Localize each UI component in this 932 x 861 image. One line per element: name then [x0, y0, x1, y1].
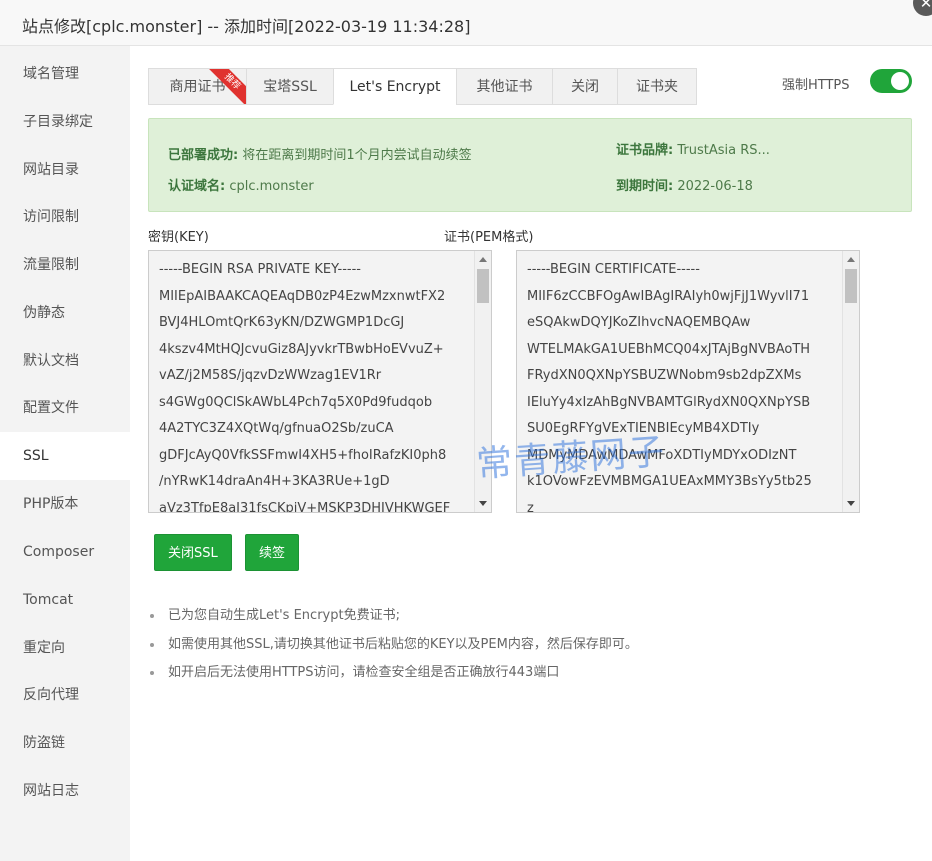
cert-line: MDMyMDAwMDAwMFoXDTIyMDYxODIzNT [527, 447, 797, 463]
toggle-knob [891, 72, 909, 90]
key-line: s4GWg0QClSkAWbL4Pch7q5X0Pd9fudqob [159, 394, 433, 410]
cert-line: SU0EgRFYgVExTIENBIEcyMB4XDTIy [527, 421, 760, 436]
cert-expire-label: 到期时间: [616, 179, 674, 194]
cert-text: -----BEGIN CERTIFICATE----- MIIF6zCCBFOg… [527, 257, 841, 513]
cert-label: 证书(PEM格式) [444, 230, 534, 245]
cert-line: FRydXN0QXNpYSBUZWNobm9sb2dpZXMs [527, 368, 802, 383]
bullet-icon [150, 642, 154, 647]
sidebar: 域名管理 子目录绑定 网站目录 访问限制 流量限制 伪静态 默认文档 配置文件 … [0, 46, 130, 861]
key-scrollbar[interactable] [474, 251, 491, 512]
sidebar-item-reverse-proxy[interactable]: 反向代理 [0, 671, 130, 719]
scroll-up-icon[interactable] [847, 257, 855, 262]
tip-text: 如开启后无法使用HTTPS访问，请检查安全组是否正确放行443端口 [168, 665, 560, 680]
sidebar-item-rewrite[interactable]: 伪静态 [0, 289, 130, 337]
tab-commercial-cert[interactable]: 商用证书 推荐 [148, 68, 247, 105]
sidebar-item-config[interactable]: 配置文件 [0, 384, 130, 432]
cert-line: k1OVowFzEVMBMGA1UEAxMMY3BsYy5tb25 [527, 474, 812, 489]
tab-bt-ssl[interactable]: 宝塔SSL [246, 68, 334, 105]
key-textarea[interactable]: -----BEGIN RSA PRIVATE KEY----- MIIEpAIB… [148, 250, 492, 513]
scroll-up-icon[interactable] [479, 257, 487, 262]
cert-line: -----BEGIN CERTIFICATE----- [527, 262, 700, 277]
cert-textarea[interactable]: -----BEGIN CERTIFICATE----- MIIF6zCCBFOg… [516, 250, 860, 513]
force-https-toggle[interactable] [870, 69, 912, 93]
sidebar-item-site-dir[interactable]: 网站目录 [0, 146, 130, 194]
key-line: vAZ/j2M58S/jqzvDzWWzag1EV1Rr [159, 368, 382, 383]
sidebar-item-ssl[interactable]: SSL [0, 432, 130, 480]
key-line: /nYRwK14draAn4H+3KA3RUe+1gD [159, 474, 390, 489]
force-https-label: 强制HTTPS [782, 78, 850, 93]
tab-label: 商用证书 [169, 79, 226, 95]
dialog-title: 站点修改[cplc.monster] -- 添加时间[2022-03-19 11… [22, 17, 471, 36]
key-line: BVJ4HLOmtQrK63yKN/DZWGMP1DcGJ [159, 315, 405, 330]
cert-expire: 到期时间: 2022-06-18 [616, 175, 753, 194]
close-ssl-button[interactable]: 关闭SSL [154, 534, 232, 571]
tips-list: 已为您自动生成Let's Encrypt免费证书; 如需使用其他SSL,请切换其… [148, 602, 638, 688]
key-line: 4A2TYC3Z4XQtWq/gfnuaO2Sb/zuCA [159, 421, 394, 436]
cert-line: MIIF6zCCBFOgAwIBAgIRAIyh0wjFjJ1WyvlI71 [527, 288, 810, 304]
deploy-status: 已部署成功: 将在距离到期时间1个月内尝试自动续签 [168, 144, 472, 163]
tab-other-cert[interactable]: 其他证书 [456, 68, 553, 105]
sidebar-item-access-limit[interactable]: 访问限制 [0, 193, 130, 241]
list-item: 已为您自动生成Let's Encrypt免费证书; [148, 602, 638, 631]
cert-brand-value: TrustAsia RS... [677, 143, 770, 158]
cert-line: IEluYy4xIzAhBgNVBAMTGlRydXN0QXNpYSB [527, 394, 811, 410]
key-text: -----BEGIN RSA PRIVATE KEY----- MIIEpAIB… [159, 257, 473, 513]
sidebar-item-php[interactable]: PHP版本 [0, 480, 130, 528]
key-line: aVz3TfpE8aI31fsCKpiV+MSKP3DHIVHKWGEF [159, 500, 451, 513]
tab-cert-folder[interactable]: 证书夹 [617, 68, 697, 105]
sidebar-item-domain[interactable]: 域名管理 [0, 50, 130, 98]
sidebar-item-hotlink[interactable]: 防盗链 [0, 719, 130, 767]
bullet-icon [150, 614, 154, 618]
tip-text: 如需使用其他SSL,请切换其他证书后粘贴您的KEY以及PEM内容，然后保存即可。 [168, 636, 638, 652]
key-line: 4kszv4MtHQJcvuGiz8AJyvkrTBwbHoEVvuZ+ [159, 341, 444, 357]
list-item: 如需使用其他SSL,请切换其他证书后粘贴您的KEY以及PEM内容，然后保存即可。 [148, 631, 638, 660]
tab-lets-encrypt[interactable]: Let's Encrypt [333, 68, 457, 105]
key-line: -----BEGIN RSA PRIVATE KEY----- [159, 262, 361, 277]
key-label: 密钥(KEY) [148, 230, 209, 245]
cert-domain-value: cplc.monster [229, 179, 314, 194]
tip-text: 已为您自动生成Let's Encrypt免费证书; [168, 608, 400, 623]
cert-brand-label: 证书品牌: [616, 143, 674, 158]
sidebar-item-default-doc[interactable]: 默认文档 [0, 337, 130, 385]
sidebar-item-traffic-limit[interactable]: 流量限制 [0, 241, 130, 289]
deploy-status-label: 已部署成功: [168, 148, 239, 163]
scroll-thumb[interactable] [477, 269, 489, 303]
renew-button[interactable]: 续签 [245, 534, 300, 571]
sidebar-item-subdir[interactable]: 子目录绑定 [0, 98, 130, 146]
cert-scrollbar[interactable] [842, 251, 859, 512]
ssl-panel: 商用证书 推荐 宝塔SSL Let's Encrypt 其他证书 关闭 证书夹 … [130, 46, 932, 861]
cert-domain-label: 认证域名: [168, 179, 226, 194]
cert-line: eSQAkwDQYJKoZIhvcNAQEMBQAw [527, 315, 751, 330]
cert-status-box: 已部署成功: 将在距离到期时间1个月内尝试自动续签 认证域名: cplc.mon… [148, 118, 912, 212]
key-line: gDFJcAyQ0VfkSSFmwI4XH5+fhoIRafzKI0ph8 [159, 447, 447, 463]
list-item: 如开启后无法使用HTTPS访问，请检查安全组是否正确放行443端口 [148, 659, 638, 688]
deploy-status-value: 将在距离到期时间1个月内尝试自动续签 [242, 148, 472, 163]
sidebar-item-composer[interactable]: Composer [0, 528, 130, 576]
scroll-down-icon[interactable] [479, 501, 487, 506]
cert-brand: 证书品牌: TrustAsia RS... [616, 139, 770, 158]
cert-line: z [527, 500, 534, 513]
bullet-icon [150, 671, 154, 675]
sidebar-item-tomcat[interactable]: Tomcat [0, 576, 130, 624]
site-modify-dialog: 站点修改[cplc.monster] -- 添加时间[2022-03-19 11… [0, 0, 932, 861]
cert-line: WTELMAkGA1UEBhMCQ04xJTAjBgNVBAoTH [527, 341, 811, 357]
scroll-down-icon[interactable] [847, 501, 855, 506]
dialog-titlebar: 站点修改[cplc.monster] -- 添加时间[2022-03-19 11… [0, 0, 932, 46]
cert-expire-value: 2022-06-18 [677, 179, 753, 194]
tab-close[interactable]: 关闭 [552, 68, 618, 105]
sidebar-item-redirect[interactable]: 重定向 [0, 624, 130, 672]
cert-domain: 认证域名: cplc.monster [168, 175, 314, 194]
scroll-thumb[interactable] [845, 269, 857, 303]
sidebar-item-site-log[interactable]: 网站日志 [0, 767, 130, 815]
key-line: MIIEpAIBAAKCAQEAqDB0zP4EzwMzxnwtFX2 [159, 288, 446, 304]
